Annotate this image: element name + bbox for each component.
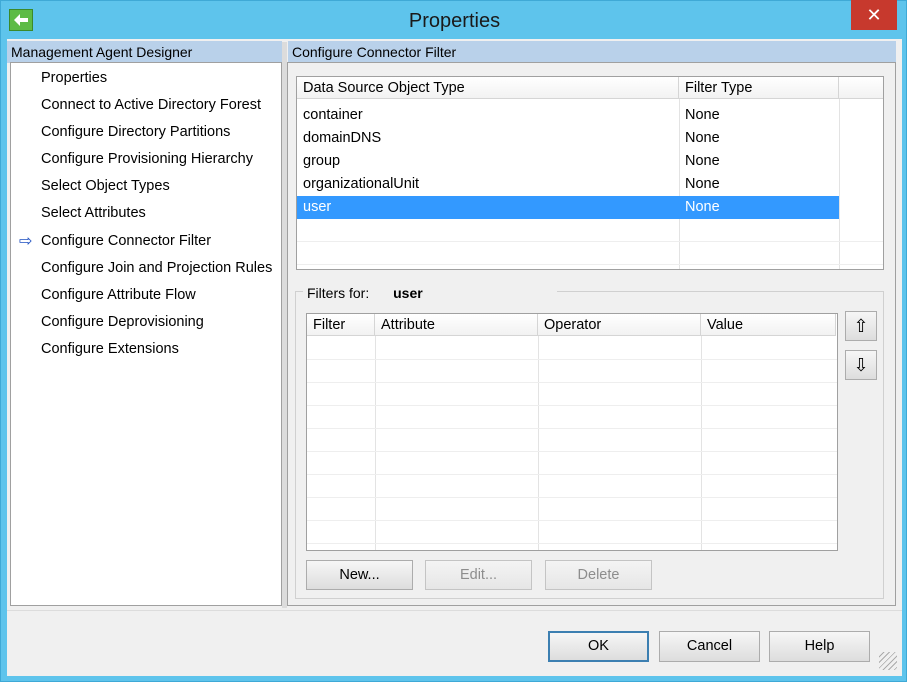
column-divider: [375, 336, 376, 550]
nav-item-provisioning-hierarchy[interactable]: Configure Provisioning Hierarchy: [41, 148, 253, 170]
table-row-filter-type[interactable]: None: [679, 150, 839, 173]
table-row-object-type[interactable]: group: [297, 150, 679, 173]
row-divider: [307, 520, 837, 521]
row-divider: [307, 405, 837, 406]
filters-caption: Filters for: user: [303, 283, 557, 303]
row-divider: [307, 428, 837, 429]
edit-filter-button[interactable]: Edit...: [425, 560, 532, 590]
nav-item-connect-forest[interactable]: Connect to Active Directory Forest: [41, 94, 261, 116]
nav-item-attribute-flow[interactable]: Configure Attribute Flow: [41, 284, 196, 306]
nav-item-deprovisioning[interactable]: Configure Deprovisioning: [41, 311, 204, 333]
column-divider: [701, 336, 702, 550]
table-row-filter-type[interactable]: None: [679, 104, 839, 127]
filters-for-label: Filters for:: [307, 285, 370, 301]
help-button[interactable]: Help: [769, 631, 870, 662]
nav-item-directory-partitions[interactable]: Configure Directory Partitions: [41, 121, 230, 143]
nav-item-properties[interactable]: Properties: [41, 67, 107, 89]
column-divider: [839, 99, 840, 269]
column-header-blank: [839, 77, 883, 99]
filters-object-name: user: [393, 285, 423, 301]
cancel-button[interactable]: Cancel: [659, 631, 760, 662]
column-header-attribute[interactable]: Attribute: [375, 314, 538, 336]
current-step-arrow-icon: ⇨: [19, 233, 33, 250]
window-title: Properties: [408, 10, 501, 32]
column-header-value[interactable]: Value: [701, 314, 836, 336]
table-row-object-type[interactable]: organizationalUnit: [297, 173, 679, 196]
column-header-object-type[interactable]: Data Source Object Type: [297, 77, 679, 99]
new-filter-button[interactable]: New...: [306, 560, 413, 590]
nav-item-connector-filter[interactable]: Configure Connector Filter: [41, 230, 211, 252]
arrow-down-icon: ⇩: [853, 355, 869, 375]
arrow-up-icon: ⇧: [853, 316, 869, 336]
nav-item-attributes[interactable]: Select Attributes: [41, 202, 146, 224]
left-pane-header: Management Agent Designer: [7, 41, 282, 63]
column-header-filter[interactable]: Filter: [307, 314, 375, 336]
nav-item-object-types[interactable]: Select Object Types: [41, 175, 170, 197]
row-divider: [307, 359, 837, 360]
row-divider: [307, 451, 837, 452]
table-row-filter-type[interactable]: None: [679, 127, 839, 150]
table-row-object-type-selected[interactable]: user: [297, 196, 679, 219]
move-up-button[interactable]: ⇧: [845, 311, 877, 341]
ok-button[interactable]: OK: [548, 631, 649, 662]
move-down-button[interactable]: ⇩: [845, 350, 877, 380]
filter-grid[interactable]: Filter Attribute Operator Value: [306, 313, 838, 551]
right-pane-header: Configure Connector Filter: [288, 41, 896, 63]
column-header-operator[interactable]: Operator: [538, 314, 701, 336]
table-row-object-type[interactable]: domainDNS: [297, 127, 679, 150]
table-row-object-type[interactable]: container: [297, 104, 679, 127]
column-header-filter-type[interactable]: Filter Type: [679, 77, 839, 99]
object-type-grid[interactable]: Data Source Object Type Filter Type cont…: [296, 76, 884, 270]
resize-grip-icon[interactable]: [879, 652, 897, 670]
dialog-footer: [7, 610, 902, 676]
table-row-filter-type-selected[interactable]: None: [679, 196, 839, 219]
row-divider: [297, 264, 883, 265]
close-button[interactable]: ✕: [851, 0, 897, 30]
row-divider: [307, 382, 837, 383]
column-divider: [538, 336, 539, 550]
delete-filter-button[interactable]: Delete: [545, 560, 652, 590]
designer-nav-list: ⇨ Properties Connect to Active Directory…: [10, 62, 282, 606]
row-divider: [297, 241, 883, 242]
row-divider: [307, 474, 837, 475]
row-divider: [307, 543, 837, 544]
nav-item-extensions[interactable]: Configure Extensions: [41, 338, 179, 360]
row-divider: [307, 497, 837, 498]
nav-item-join-projection[interactable]: Configure Join and Projection Rules: [41, 257, 272, 279]
table-row-filter-type[interactable]: None: [679, 173, 839, 196]
